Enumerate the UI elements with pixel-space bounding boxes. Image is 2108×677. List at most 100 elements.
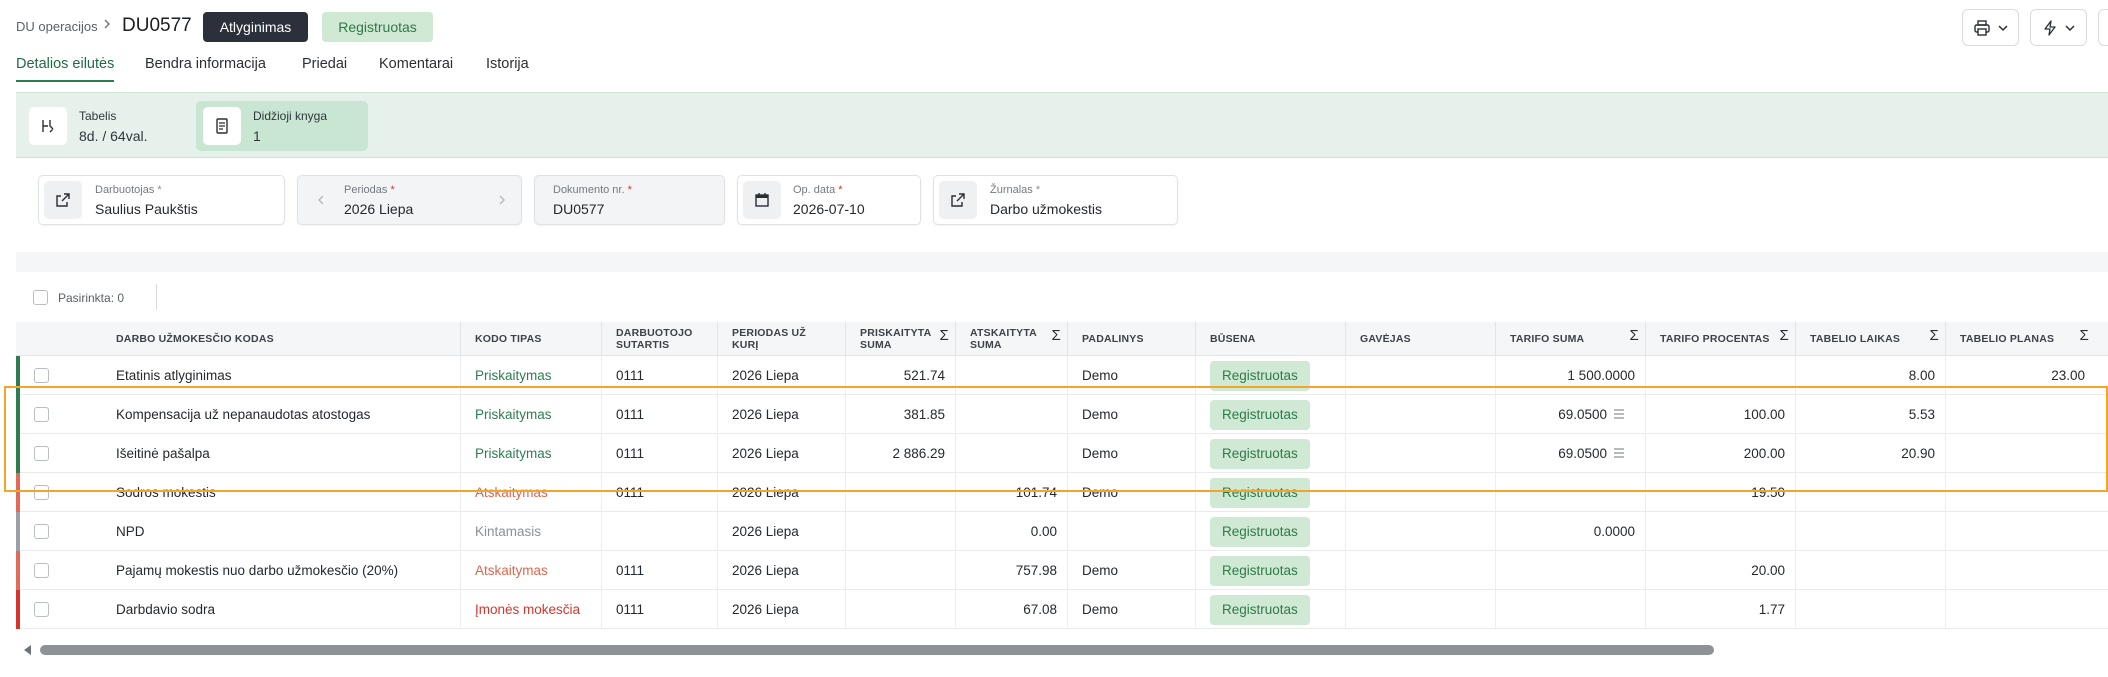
table-row[interactable]: Pajamų mokestis nuo darbo užmokesčio (20…: [16, 551, 2108, 590]
column-header-contract[interactable]: DARBUOTOJO SUTARTIS: [601, 322, 717, 356]
chevron-down-icon: [2064, 24, 2075, 31]
tab-comments[interactable]: Komentarai: [379, 56, 453, 82]
column-header-period[interactable]: PERIODAS UŽ KURĮ: [717, 322, 845, 356]
row-checkbox[interactable]: [34, 485, 49, 500]
cell-accrued: [845, 551, 955, 590]
row-checkbox[interactable]: [34, 368, 49, 383]
cell-value: 521.74: [903, 368, 945, 383]
cell-value: Atskaitymas: [475, 563, 548, 578]
scrollbar-thumb[interactable]: [40, 645, 1714, 655]
cell-type: Priskaitymas: [460, 356, 601, 395]
row-type-indicator: [16, 473, 20, 512]
row-type-indicator: [16, 434, 20, 473]
cell-type: Įmonės mokesčia: [460, 590, 601, 629]
timesheet-icon: [29, 107, 67, 145]
cell-time: 5.53: [1795, 395, 1945, 434]
cell-code: Pajamų mokestis nuo darbo užmokesčio (20…: [102, 551, 460, 590]
column-header-rate-sum[interactable]: TARIFO SUMA Σ: [1495, 322, 1645, 356]
ledger-value: 1: [253, 127, 261, 144]
column-header-accrued[interactable]: PRISKAITYTA SUMA Σ: [845, 322, 955, 356]
cell-plan: [1945, 551, 2095, 590]
top-bar: DU operacijos DU0577 Atlyginimas Registr…: [0, 0, 2108, 54]
row-checkbox[interactable]: [34, 446, 49, 461]
chevron-left-icon[interactable]: [316, 194, 326, 206]
breadcrumb-link[interactable]: DU operacijos: [16, 19, 98, 34]
print-menu-button[interactable]: [1962, 9, 2019, 46]
scroll-left-icon[interactable]: [24, 645, 31, 655]
period-field[interactable]: Periodas * 2026 Liepa: [297, 175, 522, 225]
table-row[interactable]: Kompensacija už nepanaudotas atostogas Pr…: [16, 395, 2108, 434]
cell-value: Darbdavio sodra: [116, 602, 216, 617]
horizontal-scrollbar[interactable]: [16, 640, 2108, 660]
timesheet-label: Tabelis: [79, 108, 117, 123]
sum-icon[interactable]: Σ: [2080, 328, 2089, 343]
cell-rate-pct: 19.50: [1645, 473, 1795, 512]
table-row[interactable]: Išeitinė pašalpa Priskaitymas 0111 2026 Lie…: [16, 434, 2108, 473]
sum-icon[interactable]: Σ: [1630, 328, 1639, 343]
column-header-type[interactable]: KODO TIPAS: [460, 322, 601, 356]
sum-icon[interactable]: Σ: [1052, 328, 1061, 343]
cell-value: 2026 Liepa: [732, 524, 799, 539]
column-header-time[interactable]: TABELIO LAIKAS Σ: [1795, 322, 1945, 356]
sum-icon[interactable]: Σ: [1930, 328, 1939, 343]
column-header-recipient[interactable]: GAVĖJAS: [1345, 322, 1495, 356]
details-list-icon[interactable]: [1613, 447, 1625, 459]
column-header-code[interactable]: DARBO UŽMOKESČIO KODAS: [102, 322, 460, 356]
open-external-icon[interactable]: [939, 181, 977, 219]
tab-detail-lines[interactable]: Detalios eilutės: [16, 56, 115, 82]
column-header-status[interactable]: BŪSENA: [1195, 322, 1345, 356]
ledger-card[interactable]: Didžioji knyga 1: [196, 101, 368, 151]
row-type-indicator: [16, 512, 20, 551]
column-header-rate-pct[interactable]: TARIFO PROCENTAS Σ: [1645, 322, 1795, 356]
column-header-plan[interactable]: TABELIO PLANAS Σ: [1945, 322, 2095, 356]
document-number-field[interactable]: Dokumento nr. * DU0577: [534, 175, 725, 225]
cell-plan: [1945, 395, 2095, 434]
cell-value: 2026 Liepa: [732, 602, 799, 617]
column-header-label: PADALINYS: [1082, 333, 1144, 345]
timesheet-card[interactable]: Tabelis 8d. / 64val.: [22, 101, 188, 151]
period-value: 2026 Liepa: [344, 201, 414, 217]
chevron-right-icon[interactable]: [497, 194, 507, 206]
selection-count: Pasirinkta: 0: [58, 291, 125, 305]
operation-type-button[interactable]: Atlyginimas: [203, 12, 308, 42]
column-header-label: GAVĖJAS: [1360, 333, 1411, 345]
cell-deducted: [955, 395, 1067, 434]
op-date-field[interactable]: Op. data * 2026-07-10: [737, 175, 921, 225]
cell-dept: [1067, 512, 1195, 551]
row-checkbox[interactable]: [34, 524, 49, 539]
row-checkbox[interactable]: [34, 563, 49, 578]
calendar-icon[interactable]: [743, 181, 781, 219]
table-row[interactable]: Sodros mokestis Atskaitymas 0111 2026 Liepa…: [16, 473, 2108, 512]
cell-time: 8.00: [1795, 356, 1945, 395]
tab-attachments[interactable]: Priedai: [302, 56, 347, 82]
sum-icon[interactable]: Σ: [940, 328, 949, 343]
period-label: Periodas *: [344, 184, 395, 196]
cell-value: 381.85: [903, 407, 945, 422]
cell-rate-pct: 200.00: [1645, 434, 1795, 473]
cell-plan: [1945, 512, 2095, 551]
open-external-icon[interactable]: [44, 181, 82, 219]
column-header-dept[interactable]: PADALINYS: [1067, 322, 1195, 356]
cell-value: Priskaitymas: [475, 446, 552, 461]
table-row[interactable]: Darbdavio sodra Įmonės mokesčia 0111 2026 L…: [16, 590, 2108, 629]
cell-value: Sodros mokestis: [116, 485, 216, 500]
column-header-deducted[interactable]: ATSKAITYTA SUMA Σ: [955, 322, 1067, 356]
more-button[interactable]: [2098, 9, 2108, 46]
cell-value: Demo: [1082, 407, 1119, 422]
journal-field[interactable]: Žurnalas * Darbo užmokestis: [933, 175, 1178, 225]
select-all-checkbox[interactable]: [33, 290, 48, 305]
table-row[interactable]: Etatinis atlyginimas Priskaitymas 0111 2026…: [16, 356, 2108, 395]
cell-value: Išeitinė pašalpa: [116, 446, 210, 461]
employee-field[interactable]: Darbuotojas * Saulius Paukštis: [38, 175, 285, 225]
cell-value: 8.00: [1908, 368, 1935, 383]
cell-recipient: [1345, 395, 1495, 434]
actions-menu-button[interactable]: [2030, 9, 2087, 46]
table-row[interactable]: NPD Kintamasis 2026 Liepa 0.00 Registruotas 0…: [16, 512, 2108, 551]
row-checkbox[interactable]: [34, 602, 49, 617]
tab-general-info[interactable]: Bendra informacija: [145, 56, 266, 82]
sum-icon[interactable]: Σ: [1780, 328, 1789, 343]
cell-rate-pct: [1645, 356, 1795, 395]
details-list-icon[interactable]: [1613, 408, 1625, 420]
tab-history[interactable]: Istorija: [486, 56, 529, 82]
row-checkbox[interactable]: [34, 407, 49, 422]
